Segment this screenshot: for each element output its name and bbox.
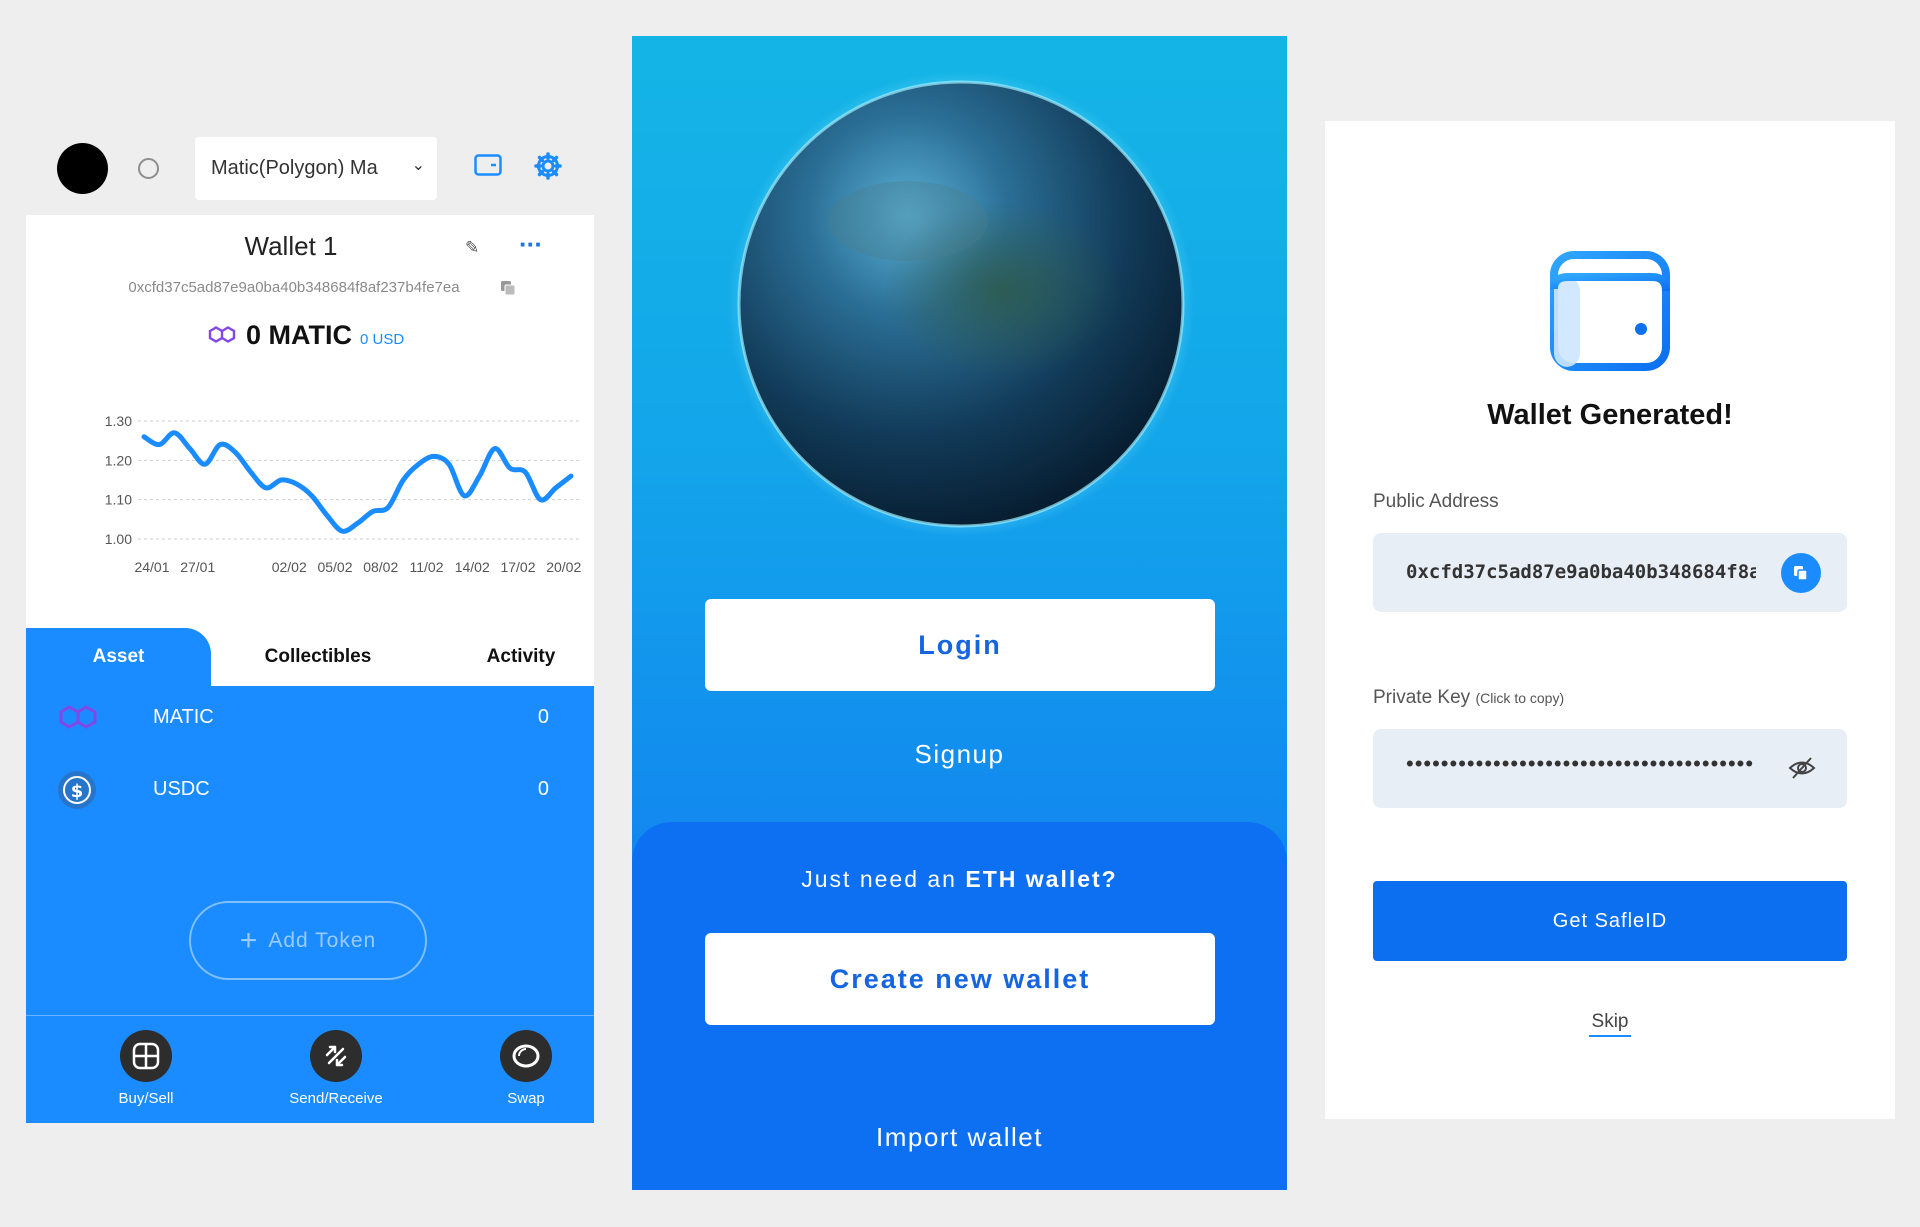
- skip-link-wrapper: Skip: [1325, 1011, 1895, 1037]
- copy-icon: [1794, 566, 1808, 581]
- polygon-icon: [208, 326, 236, 343]
- public-address-field[interactable]: 0xcfd37c5ad87e9a0ba40b348684f8af237b4fe7…: [1373, 533, 1847, 612]
- balance-usd: 0 USD: [360, 331, 405, 348]
- plus-icon: +: [239, 923, 259, 957]
- copy-address-button[interactable]: [1781, 553, 1821, 593]
- signup-link[interactable]: Signup: [632, 739, 1287, 770]
- divider: [26, 1015, 594, 1016]
- buy-sell-button[interactable]: Buy/Sell: [76, 1030, 216, 1107]
- top-bar: Matic(Polygon) Ma ⌄: [26, 121, 594, 215]
- x-tick-label: 14/02: [455, 559, 490, 575]
- x-tick-label: 05/02: [317, 559, 352, 575]
- login-button[interactable]: Login: [705, 599, 1215, 691]
- asset-name: MATIC: [153, 706, 214, 728]
- action-label: Send/Receive: [289, 1090, 383, 1107]
- import-wallet-link[interactable]: Import wallet: [632, 1122, 1287, 1153]
- polygon-icon: [59, 705, 97, 729]
- x-tick-label: 24/01: [134, 559, 169, 575]
- y-tick-label: 1.10: [105, 492, 132, 508]
- wallet-icon: [1550, 251, 1670, 371]
- private-key-label: Private Key (Click to copy): [1373, 687, 1564, 709]
- price-chart: 1.30 1.20 1.10 1.0024/01 27/01 02/02 05/02 08/0…: [105, 413, 582, 575]
- private-key-title: Private Key: [1373, 687, 1471, 708]
- gear-icon[interactable]: [533, 151, 563, 181]
- asset-value: 0: [537, 706, 549, 728]
- planet-illustration: [728, 71, 1194, 537]
- create-wallet-button[interactable]: Create new wallet: [705, 933, 1215, 1025]
- wallet-icon[interactable]: [474, 154, 502, 176]
- page-title: Wallet Generated!: [1487, 399, 1733, 431]
- swap-icon: [500, 1030, 552, 1082]
- transfer-icon: [310, 1030, 362, 1082]
- asset-section: Asset Collectibles Activity MATIC 0 $ US…: [26, 628, 594, 1123]
- tab-activity[interactable]: Activity: [456, 628, 586, 686]
- asset-row-matic[interactable]: MATIC 0: [26, 686, 594, 746]
- x-tick-label: 02/02: [272, 559, 307, 575]
- eth-question-bold: ETH wallet?: [965, 866, 1118, 892]
- chevron-down-icon: ⌄: [411, 157, 425, 174]
- private-key-mask: ••••••••••••••••••••••••••••••••••••••••: [1406, 751, 1755, 776]
- avatar[interactable]: [57, 143, 108, 194]
- network-selector[interactable]: Matic(Polygon) Ma ⌄: [195, 137, 437, 200]
- asset-name: USDC: [153, 778, 210, 800]
- copy-icon[interactable]: [499, 279, 517, 297]
- action-label: Buy/Sell: [118, 1090, 174, 1107]
- svg-text:$: $: [71, 781, 84, 802]
- skip-link[interactable]: Skip: [1588, 1011, 1632, 1037]
- private-key-hint: (Click to copy): [1475, 690, 1565, 706]
- public-address-value: 0xcfd37c5ad87e9a0ba40b348684f8af237b4fe7…: [1406, 561, 1756, 583]
- wallet-address[interactable]: 0xcfd37c5ad87e9a0ba40b348684f8af237b4fe7…: [26, 279, 562, 296]
- asset-value: 0: [537, 778, 549, 800]
- network-name: Matic(Polygon) Ma: [211, 157, 378, 179]
- get-safleid-button[interactable]: Get SafleID: [1373, 881, 1847, 961]
- public-address-label: Public Address: [1373, 491, 1499, 512]
- action-label: Swap: [507, 1090, 545, 1107]
- send-receive-button[interactable]: Send/Receive: [266, 1030, 406, 1107]
- wallet-dashboard-panel: Matic(Polygon) Ma ⌄ Wallet 1 ✎ ··· 0xcfd…: [26, 121, 594, 1123]
- x-tick-label: 27/01: [180, 559, 215, 575]
- x-tick-label: 11/02: [410, 559, 444, 575]
- price-line: [141, 430, 574, 534]
- swap-button[interactable]: Swap: [456, 1030, 594, 1107]
- balance-amount: 0 MATIC: [246, 320, 352, 350]
- more-options-icon[interactable]: ···: [519, 229, 543, 260]
- tab-asset[interactable]: Asset: [26, 628, 211, 686]
- y-tick-label: 1.30: [105, 413, 132, 429]
- usdc-icon: $: [58, 771, 96, 809]
- x-tick-label: 08/02: [363, 559, 398, 575]
- wallet-generated-panel: Wallet Generated! Public Address 0xcfd37…: [1325, 121, 1895, 1119]
- tab-collectibles[interactable]: Collectibles: [233, 628, 403, 686]
- private-key-field[interactable]: ••••••••••••••••••••••••••••••••••••••••: [1373, 729, 1847, 808]
- x-tick-label: 20/02: [546, 559, 581, 575]
- grid-icon: [120, 1030, 172, 1082]
- y-tick-label: 1.00: [105, 531, 132, 547]
- x-tick-label: 17/02: [500, 559, 535, 575]
- y-tick-label: 1.20: [105, 452, 132, 468]
- asset-row-usdc[interactable]: $ USDC 0: [26, 758, 594, 818]
- add-token-button[interactable]: + Add Token: [189, 901, 427, 980]
- eye-off-icon[interactable]: [1787, 753, 1817, 783]
- connection-status-icon: [138, 158, 159, 179]
- edit-pencil-icon[interactable]: ✎: [465, 238, 479, 258]
- login-panel: Login Signup Just need an ETH wallet? Cr…: [632, 36, 1287, 1190]
- eth-question-text: Just need an: [801, 866, 957, 892]
- balance: 0 MATIC 0 USD: [206, 318, 404, 351]
- eth-wallet-question: Just need an ETH wallet?: [632, 866, 1287, 893]
- add-token-label: Add Token: [268, 928, 377, 952]
